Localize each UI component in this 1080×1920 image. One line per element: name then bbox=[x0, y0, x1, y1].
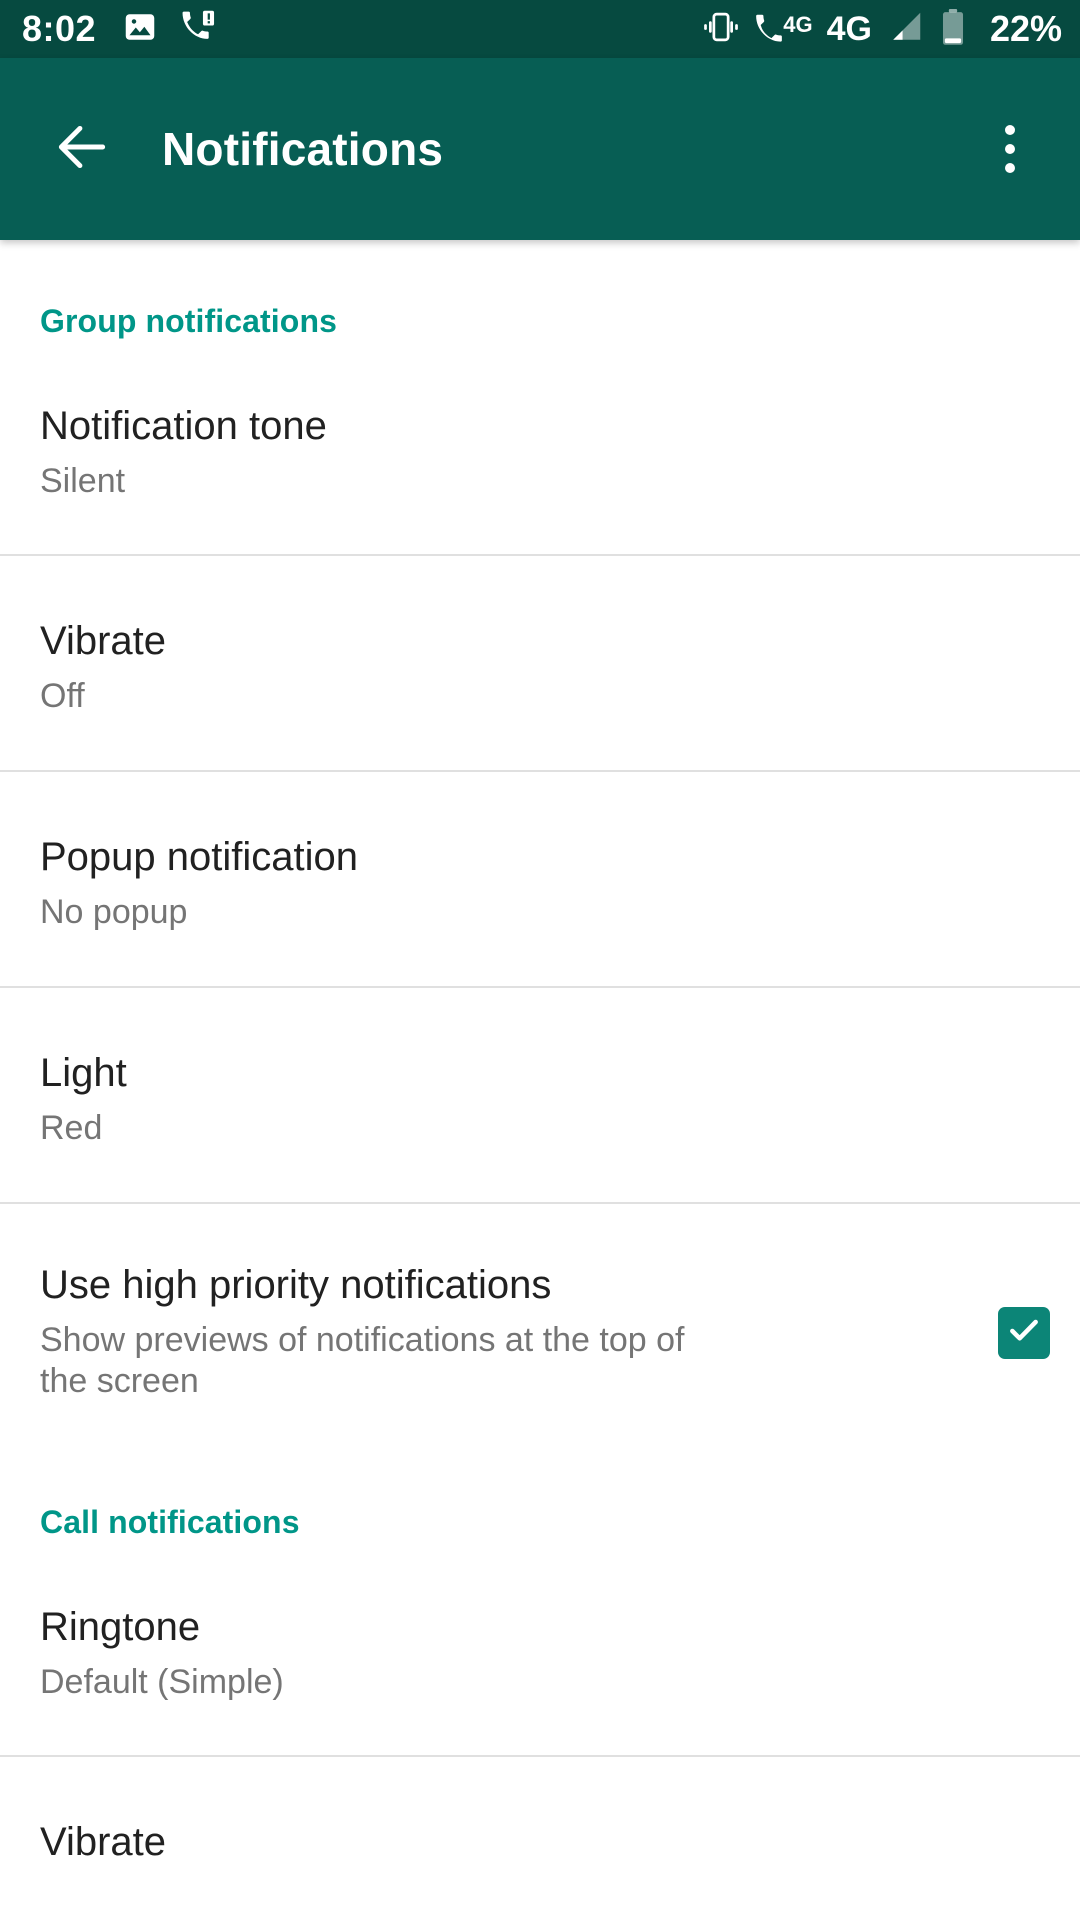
list-item-high-priority-notifications[interactable]: Use high priority notifications Show pre… bbox=[0, 1204, 1080, 1442]
list-item-call-vibrate[interactable]: Vibrate bbox=[0, 1757, 1080, 1864]
battery-icon bbox=[940, 8, 966, 51]
more-vert-icon bbox=[1005, 125, 1015, 135]
phone-screen: 8:02 4G 4G 22% Notifications Group notif… bbox=[0, 0, 1080, 1920]
list-item-title: Notification tone bbox=[40, 404, 327, 448]
list-item-title: Vibrate bbox=[40, 618, 167, 663]
section-header-group-notifications: Group notifications bbox=[40, 303, 337, 339]
settings-list[interactable]: Group notifications Notification tone Si… bbox=[0, 240, 1080, 1920]
status-bar-notification-icons bbox=[122, 9, 216, 50]
list-item-subtitle: Off bbox=[40, 677, 85, 716]
list-item-title: Popup notification bbox=[40, 834, 359, 879]
signal-bars-icon bbox=[886, 9, 926, 50]
list-item-notification-tone[interactable]: Notification tone Silent bbox=[0, 340, 1080, 554]
back-arrow-icon bbox=[51, 116, 113, 183]
app-bar: Notifications bbox=[0, 58, 1080, 240]
page-title: Notifications bbox=[162, 123, 444, 175]
status-bar-clock: 8:02 bbox=[22, 8, 97, 49]
status-bar-system-icons: 4G 4G 22% bbox=[701, 8, 1062, 51]
list-item-subtitle: Default (Simple) bbox=[40, 1662, 284, 1701]
more-vert-icon-dot-2 bbox=[1005, 144, 1015, 154]
list-item-title: Ringtone bbox=[40, 1604, 201, 1649]
list-item-title: Light bbox=[40, 1050, 127, 1095]
image-icon bbox=[122, 9, 158, 50]
call-4g-icon: 4G bbox=[755, 12, 813, 46]
list-item-popup-notification[interactable]: Popup notification No popup bbox=[0, 772, 1080, 986]
check-icon bbox=[1004, 1310, 1044, 1355]
section-header-call-notifications: Call notifications bbox=[40, 1503, 300, 1540]
list-item-subtitle: Silent bbox=[40, 462, 126, 501]
list-item-group-vibrate[interactable]: Vibrate Off bbox=[0, 556, 1080, 770]
network-4g-label: 4G bbox=[826, 10, 872, 48]
more-vert-icon-dot-3 bbox=[1005, 163, 1015, 173]
battery-percent-label: 22% bbox=[989, 8, 1062, 49]
list-item-ringtone[interactable]: Ringtone Default (Simple) bbox=[0, 1541, 1080, 1755]
vibrate-icon bbox=[701, 9, 741, 50]
list-item-light[interactable]: Light Red bbox=[0, 988, 1080, 1202]
list-item-title: Vibrate bbox=[40, 1819, 167, 1864]
missed-call-icon bbox=[180, 9, 216, 50]
status-bar: 8:02 4G 4G 22% bbox=[0, 0, 1080, 58]
call-network-label: 4G bbox=[783, 12, 813, 37]
back-button[interactable] bbox=[44, 111, 120, 187]
list-item-subtitle: No popup bbox=[40, 893, 188, 932]
list-item-subtitle: Red bbox=[40, 1109, 103, 1148]
list-item-subtitle: Show previews of notifications at the to… bbox=[40, 1321, 685, 1400]
list-item-title: Use high priority notifications bbox=[40, 1262, 552, 1307]
more-options-button[interactable] bbox=[974, 106, 1046, 192]
high-priority-notifications-checkbox[interactable] bbox=[998, 1306, 1050, 1359]
